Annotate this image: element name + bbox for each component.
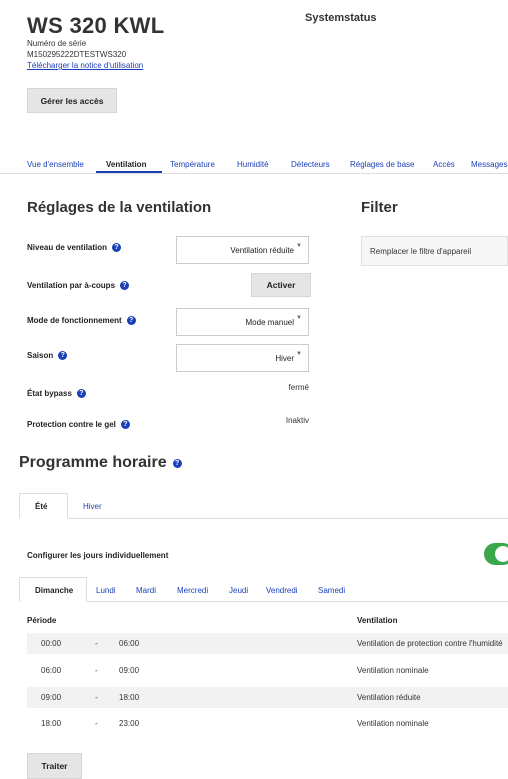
help-icon[interactable]: ? [172,458,182,468]
frost-protection-label: Protection contre le gel ? [27,420,130,429]
period-separator: - [95,639,98,648]
period-start: 00:00 [41,639,62,648]
mode-label: Mode de fonctionnement ? [27,316,136,325]
ventilation-mode: Ventilation de protection contre l'humid… [357,639,503,648]
period-end: 09:00 [119,666,140,675]
help-icon[interactable]: ? [58,351,68,360]
ventilation-column-header: Ventilation [357,616,398,625]
ventilation-level-value: Ventilation réduite [230,245,294,255]
help-icon[interactable]: ? [120,281,130,290]
tab-overview[interactable]: Vue d'ensemble [27,160,84,169]
tab-temperature[interactable]: Température [170,160,215,169]
period-start: 06:00 [41,666,62,675]
mode-select[interactable]: Mode manuel ▼ [176,308,309,336]
period-start: 09:00 [41,693,62,702]
download-manual-link[interactable]: Télécharger la notice d'utilisation [27,61,143,70]
season-value: Hiver [275,353,294,363]
ventilation-level-label: Niveau de ventilation ? [27,243,122,252]
toggle-knob [495,546,508,562]
day-tab-monday[interactable]: Lundi [96,586,116,595]
device-title: WS 320 KWL [27,13,165,38]
activate-boost-button[interactable]: Activer [251,273,311,297]
chevron-down-icon: ▼ [296,351,302,357]
period-end: 06:00 [119,639,140,648]
day-tab-wednesday[interactable]: Mercredi [177,586,208,595]
table-row[interactable]: 18:00 - 23:00 Ventilation nominale [27,713,508,734]
period-separator: - [95,666,98,675]
chevron-down-icon: ▼ [296,315,302,321]
active-tab-indicator [96,171,162,173]
mode-text: Mode de fonctionnement [27,316,122,325]
individual-days-label: Configurer les jours individuellement [27,551,169,560]
period-end: 23:00 [119,719,140,728]
tab-basic-settings[interactable]: Réglages de base [350,160,415,169]
day-tabs-divider [19,601,508,602]
ventilation-level-select[interactable]: Ventilation réduite ▼ [176,236,309,264]
manage-access-button[interactable]: Gérer les accès [27,88,117,113]
period-separator: - [95,719,98,728]
table-row[interactable]: 09:00 - 18:00 Ventilation réduite [27,687,508,708]
tab-detectors[interactable]: Détecteurs [291,160,330,169]
day-tab-thursday[interactable]: Jeudi [229,586,248,595]
bypass-text: État bypass [27,389,72,398]
tab-humidity[interactable]: Humidité [237,160,269,169]
period-separator: - [95,693,98,702]
edit-schedule-button[interactable]: Traiter [27,753,82,779]
replace-filter-row[interactable]: Remplacer le filtre d'appareil [361,236,508,266]
help-icon[interactable]: ? [112,243,122,252]
period-column-header: Période [27,616,57,625]
system-status-label: Systemstatus [305,12,377,24]
table-row[interactable]: 06:00 - 09:00 Ventilation nominale [27,660,508,681]
season-select[interactable]: Hiver ▼ [176,344,309,372]
boost-label: Ventilation par à-coups ? [27,281,130,290]
serial-value: M150295222DTESTWS320 [27,50,127,59]
help-icon[interactable]: ? [120,420,130,429]
ventilation-mode: Ventilation nominale [357,719,429,728]
tab-ventilation[interactable]: Ventilation [106,160,146,169]
ventilation-mode: Ventilation nominale [357,666,429,675]
tab-access[interactable]: Accès [433,160,455,169]
bypass-label: État bypass ? [27,389,86,398]
serial-label: Numéro de série [27,39,87,48]
tab-messages[interactable]: Messages [471,160,507,169]
day-tab-sunday[interactable]: Dimanche [35,586,73,595]
schedule-title: Programme horaire [19,454,167,471]
ventilation-settings-title: Réglages de la ventilation [27,199,212,216]
season-tab-winter[interactable]: Hiver [83,502,102,511]
help-icon[interactable]: ? [126,316,136,325]
season-tab-summer[interactable]: Été [35,502,47,511]
mode-value: Mode manuel [245,317,294,327]
chevron-down-icon: ▼ [296,243,302,249]
individual-days-toggle[interactable] [484,543,508,565]
help-icon[interactable]: ? [76,389,86,398]
season-tabs-divider [19,518,508,519]
day-tab-friday[interactable]: Vendredi [266,586,298,595]
replace-filter-text: Remplacer le filtre d'appareil [370,246,472,256]
frost-protection-value: Inaktiv [285,416,309,425]
period-end: 18:00 [119,693,140,702]
ventilation-level-text: Niveau de ventilation [27,243,108,252]
table-row[interactable]: 00:00 - 06:00 Ventilation de protection … [27,633,508,654]
day-tab-tuesday[interactable]: Mardi [136,586,156,595]
season-text: Saison [27,351,54,360]
frost-protection-text: Protection contre le gel [27,420,116,429]
ventilation-mode: Ventilation réduite [357,693,421,702]
season-label: Saison ? [27,351,68,360]
period-start: 18:00 [41,719,62,728]
boost-text: Ventilation par à-coups [27,281,116,290]
day-tab-saturday[interactable]: Samedi [318,586,345,595]
schedule-heading: Programme horaire ? [19,454,182,472]
bypass-value: fermé [288,383,309,392]
filter-title: Filter [361,199,398,216]
